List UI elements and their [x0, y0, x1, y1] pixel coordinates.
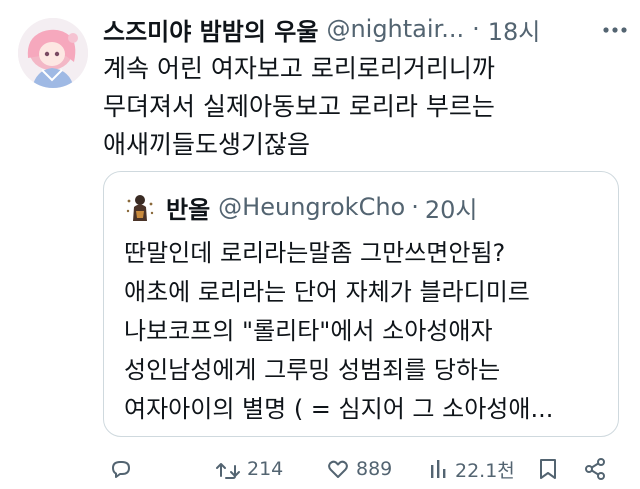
tweet-text-line: 계속 어린 여자보고 로리로리거리니까: [103, 54, 495, 83]
quoted-text-line: 애초에 로리라는 단어 자체가 블라디미르: [124, 278, 530, 306]
bookmark-icon: [537, 457, 559, 481]
action-bar: 214 889 22.1천: [103, 452, 623, 486]
quoted-author-handle[interactable]: @HeungrokCho: [218, 193, 405, 221]
tweet[interactable]: 스즈미야 밤밤의 우울 @nightair... · 18시 계속 어린 여자보…: [0, 0, 640, 489]
quoted-text-line: 나보코프의 "롤리타"에서 소아성애자: [124, 317, 493, 345]
like-count: 889: [356, 458, 393, 480]
author-name[interactable]: 스즈미야 밤밤의 우울: [103, 12, 318, 47]
retweet-icon: [215, 457, 241, 481]
view-count: 22.1천: [455, 459, 515, 482]
quoted-text-line: 성인남성에게 그루밍 성범죄를 당하는: [124, 356, 501, 384]
author-avatar[interactable]: [18, 18, 88, 88]
quoted-text-line: 딴말인데 로리라는말좀 그만쓰면안됨?: [124, 239, 506, 267]
quoted-tweet[interactable]: 반올 @HeungrokCho · 20시 딴말인데 로리라는말좀 그만쓰면안됨…: [103, 171, 619, 437]
like-button[interactable]: 889: [326, 452, 392, 486]
quoted-tweet-time[interactable]: 20시: [425, 190, 478, 225]
share-button[interactable]: [583, 452, 607, 486]
quoted-tweet-header: 반올 @HeungrokCho · 20시: [124, 187, 477, 227]
heart-icon: [326, 457, 350, 481]
retweet-button[interactable]: 214: [215, 452, 283, 486]
retweet-count: 214: [247, 458, 284, 480]
share-icon: [583, 457, 607, 481]
separator-dot: ·: [472, 15, 480, 43]
quoted-tweet-text: 딴말인데 로리라는말좀 그만쓰면안됨? 애초에 로리라는 단어 자체가 블라디미…: [124, 234, 614, 429]
separator-dot: ·: [411, 193, 419, 221]
tweet-text-line: 무뎌져서 실제아동보고 로리라 부르는: [103, 92, 495, 121]
quoted-author-avatar: [124, 191, 156, 223]
tweet-time[interactable]: 18시: [488, 12, 541, 47]
views-button[interactable]: 22.1천: [429, 452, 515, 486]
bookmark-button[interactable]: [537, 452, 559, 486]
quoted-author-name[interactable]: 반올: [166, 190, 210, 225]
reply-icon: [109, 457, 133, 481]
more-options-icon[interactable]: [600, 18, 630, 42]
author-handle[interactable]: @nightair...: [326, 15, 464, 43]
quoted-text-line: 여자아이의 별명 ( = 심지어 그 소아성애...: [124, 395, 554, 423]
reply-button[interactable]: [109, 452, 139, 486]
tweet-header: 스즈미야 밤밤의 우울 @nightair... · 18시: [103, 10, 540, 48]
tweet-text: 계속 어린 여자보고 로리로리거리니까 무뎌져서 실제아동보고 로리라 부르는 …: [103, 50, 623, 164]
views-chart-icon: [429, 457, 449, 481]
tweet-text-line: 애새끼들도생기잖음: [103, 130, 311, 159]
